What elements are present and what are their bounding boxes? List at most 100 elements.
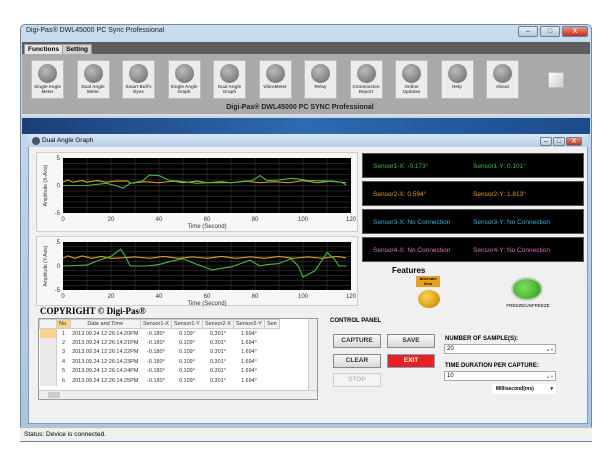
samples-input[interactable]: 20 ▲▼ bbox=[444, 344, 556, 354]
table-cell: 2013.09.24 12:26:14.23PM bbox=[72, 358, 139, 365]
table-cell: 0.301° bbox=[209, 377, 226, 384]
sensor-x-reading: Sensor2-X: 0.594° bbox=[373, 191, 427, 198]
table-cell: 0.109° bbox=[178, 358, 195, 365]
tab-setting[interactable]: Setting bbox=[62, 44, 93, 54]
tool-label: Single Angle Meter bbox=[33, 84, 62, 94]
table-row[interactable]: 2 2013.09.24 12:26:14.21PM -0.180° 0.109° 0.… bbox=[39, 338, 280, 348]
tool-commission-report[interactable]: Commission Report bbox=[349, 60, 383, 99]
save-button[interactable]: SAVE bbox=[387, 334, 435, 348]
x-tick-label: 20 bbox=[108, 294, 115, 300]
capture-button[interactable]: CAPTURE bbox=[333, 334, 381, 348]
table-cell: 5 bbox=[62, 368, 66, 375]
table-cell: -0.180° bbox=[147, 377, 165, 384]
y-tick-label: -5 bbox=[55, 288, 61, 294]
tool-online-updates[interactable]: Online Updates bbox=[395, 60, 428, 99]
sensor-y-reading: Sensor3-Y: No Connection bbox=[473, 219, 550, 226]
x-tick-label: 0 bbox=[61, 294, 65, 300]
horizontal-scrollbar[interactable] bbox=[39, 390, 317, 399]
tool-label: Commission Report bbox=[352, 84, 380, 94]
tool-icon bbox=[129, 64, 148, 83]
chevron-down-icon: ▾ bbox=[550, 386, 553, 392]
stop-button[interactable]: STOP bbox=[333, 373, 381, 387]
tool-label: Online Updates bbox=[402, 84, 421, 94]
column-header[interactable]: Sensor1-X bbox=[139, 319, 172, 329]
inner-maximize-button[interactable]: □ bbox=[553, 137, 565, 146]
table-cell: 0.109° bbox=[178, 377, 195, 384]
tool-single-angle-graph[interactable]: Single Angle Graph bbox=[167, 60, 201, 99]
sensor-y-reading: Sensor4-Y: No Connection bbox=[473, 247, 550, 254]
y-axis-label: Amplitude (X-Axis) bbox=[43, 164, 49, 206]
inner-close-button[interactable]: X bbox=[566, 137, 582, 146]
inner-minimize-button[interactable]: – bbox=[540, 137, 552, 146]
row-header[interactable] bbox=[39, 338, 57, 348]
table-cell: 0.301° bbox=[209, 358, 226, 365]
x-tick-label: 40 bbox=[156, 294, 163, 300]
table-cell: 0.109° bbox=[178, 349, 195, 356]
alternate-zero-button[interactable] bbox=[418, 290, 440, 308]
x-tick-label: 80 bbox=[252, 217, 259, 223]
table-cell: -0.180° bbox=[147, 339, 165, 346]
spinner-icon[interactable]: ▲▼ bbox=[546, 373, 554, 381]
tool-vibrometer[interactable]: VibroMeter bbox=[258, 60, 292, 99]
minimize-button[interactable]: – bbox=[518, 26, 538, 37]
row-header[interactable] bbox=[39, 328, 57, 338]
clear-button[interactable]: CLEAR bbox=[333, 354, 381, 368]
table-row[interactable]: 6 2013.09.24 12:26:14.25PM -0.180° 0.109° 0.… bbox=[39, 376, 280, 386]
tool-about[interactable]: About bbox=[486, 60, 519, 99]
table-cell: 1.694° bbox=[240, 349, 257, 356]
column-header[interactable]: Sensor1-Y bbox=[170, 319, 203, 329]
row-header[interactable] bbox=[39, 347, 57, 357]
table-cell bbox=[264, 348, 279, 358]
tool-relay[interactable]: Relay bbox=[304, 60, 337, 99]
table-cell: 0.109° bbox=[178, 339, 195, 346]
table-row[interactable]: 4 2013.09.24 12:26:14.23PM -0.180° 0.109° 0.… bbox=[39, 357, 280, 367]
tool-icon bbox=[265, 64, 285, 83]
table-row[interactable]: 5 2013.09.24 12:26:14.24PM -0.180° 0.109° 0.… bbox=[39, 366, 280, 376]
tool-single-angle-meter[interactable]: Single Angle Meter bbox=[31, 60, 64, 99]
table-cell: 4 bbox=[62, 358, 66, 365]
table-cell: 0.301° bbox=[209, 330, 226, 337]
vertical-scrollbar[interactable] bbox=[308, 319, 317, 391]
control-panel-title: CONTROL PANEL bbox=[330, 318, 382, 324]
column-header[interactable]: Sensor2-Y bbox=[232, 319, 265, 329]
column-header[interactable]: Date and Time bbox=[69, 319, 141, 329]
duration-input[interactable]: 10 ▲▼ bbox=[444, 371, 556, 381]
blank-icon[interactable] bbox=[548, 72, 564, 88]
tool-help[interactable]: Help bbox=[440, 60, 474, 99]
tool-smart-bull-s-eyes[interactable]: Smart Bull's Eyes bbox=[122, 60, 155, 99]
unit-value: Millisecond(ms) bbox=[496, 386, 534, 392]
table-cell: 0.109° bbox=[178, 368, 195, 375]
exit-button[interactable]: EXIT bbox=[387, 354, 435, 368]
tool-icon bbox=[83, 64, 103, 83]
close-button[interactable]: X bbox=[562, 26, 588, 37]
tool-dual-angle-graph[interactable]: Dual Angle Graph bbox=[213, 60, 246, 99]
x-tick-label: 80 bbox=[252, 294, 259, 300]
table-cell: 2013.09.24 12:26:14.21PM bbox=[72, 339, 139, 346]
tool-label: Single Angle Graph bbox=[170, 84, 198, 94]
y-tick-label: 5 bbox=[57, 240, 61, 246]
tab-functions[interactable]: Functions bbox=[24, 44, 64, 54]
freeze-button[interactable] bbox=[511, 277, 543, 301]
table-cell bbox=[264, 376, 279, 386]
column-header[interactable]: Sensor2-X bbox=[201, 319, 234, 329]
column-header[interactable]: Sen bbox=[263, 319, 280, 329]
table-row[interactable]: 1 2013.09.24 12:26:14.20PM -0.180° 0.109° 0.… bbox=[39, 328, 280, 338]
table-row[interactable]: 3 2013.09.24 12:26:14.22PM -0.180° 0.109° 0.… bbox=[39, 347, 280, 358]
data-table[interactable]: No. Date and Time Sensor1-X Sensor1-Y Sensor… bbox=[38, 318, 318, 400]
row-header[interactable] bbox=[39, 376, 57, 386]
tool-label: Help bbox=[452, 84, 462, 89]
sensor-y-reading: Sensor1-Y: 0.101° bbox=[473, 163, 526, 170]
tool-icon bbox=[311, 64, 330, 83]
y-axis-label: Amplitude (Y-Axis) bbox=[43, 245, 49, 286]
tool-dual-angle-meter[interactable]: Dual Angle Meter bbox=[76, 60, 110, 99]
unit-select[interactable]: Millisecond(ms) ▾ bbox=[492, 384, 556, 394]
column-header[interactable]: No. bbox=[56, 319, 71, 329]
x-tick-label: 100 bbox=[298, 217, 309, 223]
maximize-button[interactable]: □ bbox=[540, 26, 560, 37]
x-tick-label: 60 bbox=[204, 217, 211, 223]
row-header[interactable] bbox=[39, 357, 57, 367]
spinner-icon[interactable]: ▲▼ bbox=[546, 346, 554, 354]
duration-label: TIME DURATION PER CAPTURE: bbox=[445, 363, 539, 369]
tool-label: Dual Angle Meter bbox=[81, 84, 105, 94]
row-header[interactable] bbox=[39, 366, 57, 376]
